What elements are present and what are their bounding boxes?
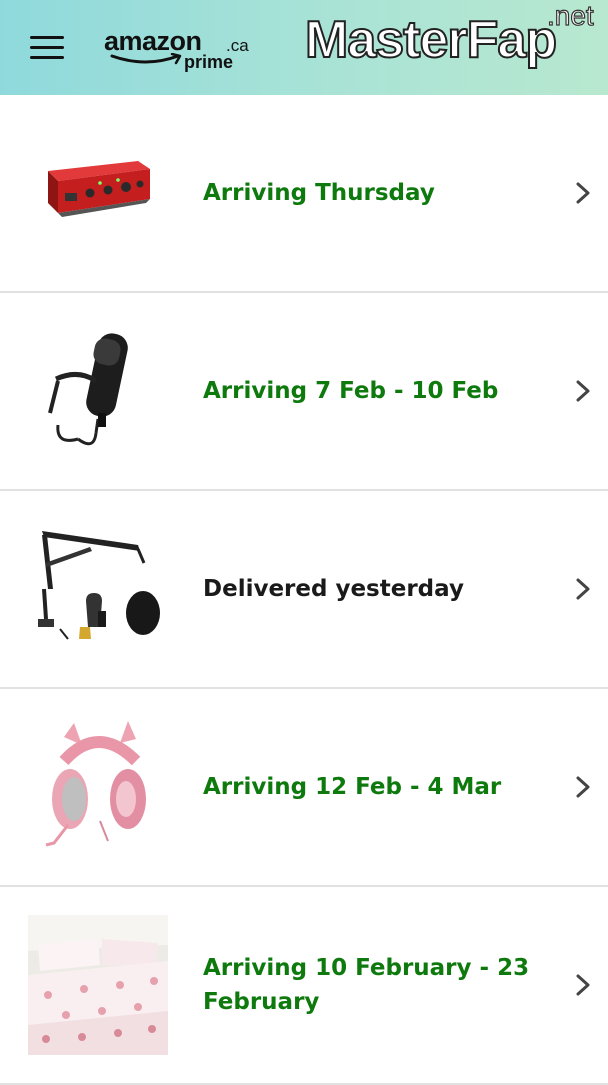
chevron-right-icon[interactable] xyxy=(574,181,594,205)
order-row[interactable]: Delivered yesterday xyxy=(0,491,608,689)
chevron-right-icon[interactable] xyxy=(574,577,594,601)
chevron-right-icon[interactable] xyxy=(574,379,594,403)
order-row[interactable]: Arriving 12 Feb - 4 Mar xyxy=(0,689,608,887)
product-thumbnail-pink-cat-ear-headset xyxy=(28,717,168,857)
watermark-tld: .net xyxy=(546,0,594,32)
order-row[interactable]: Arriving Thursday xyxy=(0,95,608,293)
watermark-text: MasterFap xyxy=(304,10,558,70)
smile-arrow-icon xyxy=(110,53,182,65)
product-thumbnail-audio-interface xyxy=(28,123,168,263)
logo-prime: prime xyxy=(184,52,234,72)
chevron-right-icon[interactable] xyxy=(574,775,594,799)
order-row[interactable]: Arriving 10 February - 23 February xyxy=(0,887,608,1085)
delivery-status: Arriving 7 Feb - 10 Feb xyxy=(203,378,499,404)
app-header: amazon .ca prime MasterFap .net xyxy=(0,0,608,95)
menu-icon[interactable] xyxy=(30,36,64,60)
delivery-status: Arriving 12 Feb - 4 Mar xyxy=(203,774,502,800)
product-thumbnail-floral-bedding-set xyxy=(28,915,168,1055)
order-row[interactable]: Arriving 7 Feb - 10 Feb xyxy=(0,293,608,491)
delivery-status: Arriving 10 February - 23 February xyxy=(203,955,530,1015)
delivery-status: Delivered yesterday xyxy=(203,576,464,602)
product-thumbnail-condenser-microphone xyxy=(28,321,168,461)
amazon-prime-logo[interactable]: amazon .ca prime xyxy=(104,26,254,74)
watermark: MasterFap .net xyxy=(304,0,608,86)
orders-list: Arriving Thursday Arriving 7 Feb - 10 Fe… xyxy=(0,95,608,1085)
product-thumbnail-mic-boom-arm-kit xyxy=(28,519,168,659)
delivery-status: Arriving Thursday xyxy=(203,180,435,206)
chevron-right-icon[interactable] xyxy=(574,973,594,997)
